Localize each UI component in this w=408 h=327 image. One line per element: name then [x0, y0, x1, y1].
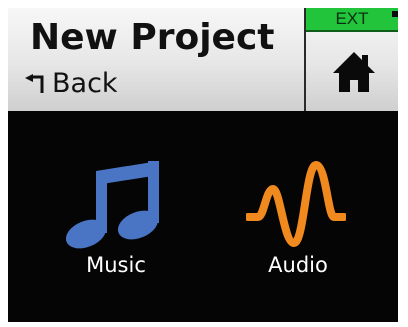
ext-indicator	[392, 11, 398, 17]
header-bar: New Project Back EXT	[8, 8, 398, 111]
back-label: Back	[52, 68, 118, 99]
music-tile[interactable]: Music	[26, 111, 206, 311]
audio-tile[interactable]: Audio	[208, 111, 388, 311]
return-arrow-icon	[25, 74, 44, 93]
ext-status-badge: EXT	[306, 8, 398, 32]
back-button[interactable]: Back	[22, 66, 162, 102]
audio-label: Audio	[268, 253, 328, 277]
page-title: New Project	[30, 17, 275, 58]
home-icon	[333, 52, 375, 92]
device-screen: New Project Back EXT Music Audio	[8, 8, 398, 322]
waveform-icon	[246, 161, 346, 247]
music-note-icon	[65, 161, 159, 249]
home-button[interactable]	[306, 32, 398, 111]
music-label: Music	[86, 253, 146, 277]
ext-label: EXT	[335, 9, 369, 28]
